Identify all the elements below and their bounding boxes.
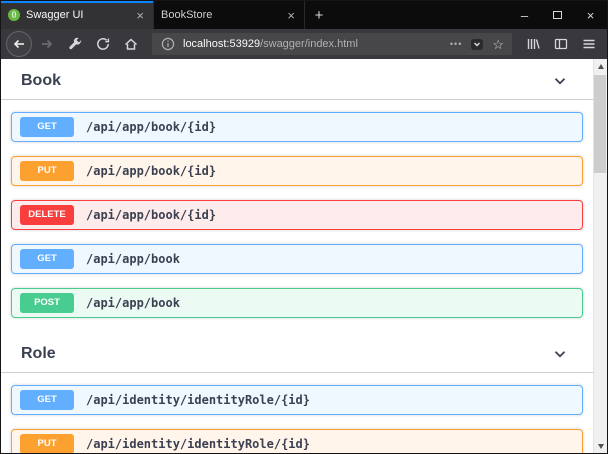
maximize-button[interactable] xyxy=(541,1,574,29)
method-badge: GET xyxy=(20,390,74,410)
scrollbar-thumb[interactable] xyxy=(594,75,606,173)
tab-title: BookStore xyxy=(161,9,279,21)
section-title: Book xyxy=(21,71,61,91)
minimize-button[interactable]: – xyxy=(508,1,541,29)
tab-swagger-ui[interactable]: {} Swagger UI × xyxy=(1,1,153,29)
url-path: /swagger/index.html xyxy=(260,38,358,50)
tab-close-icon[interactable]: × xyxy=(134,9,146,22)
operation-path: /api/app/book xyxy=(86,252,180,266)
back-button[interactable] xyxy=(6,31,32,57)
vertical-scrollbar[interactable] xyxy=(593,59,607,453)
operation-path: /api/app/book/{id} xyxy=(86,208,216,222)
hamburger-menu-icon xyxy=(581,36,597,52)
operation-row[interactable]: POST /api/app/book xyxy=(11,288,583,318)
wrench-icon xyxy=(67,36,83,52)
chevron-down-icon[interactable] xyxy=(551,345,569,363)
library-button[interactable] xyxy=(520,31,546,57)
operation-path: /api/identity/identityRole/{id} xyxy=(86,393,310,407)
menu-button[interactable] xyxy=(576,31,602,57)
url-domain: localhost:53929 xyxy=(183,38,260,50)
tab-title: Swagger UI xyxy=(26,9,128,21)
titlebar: {} Swagger UI × BookStore × + – × xyxy=(1,1,607,29)
new-tab-button[interactable]: + xyxy=(305,1,333,29)
method-badge: PUT xyxy=(20,434,74,453)
scroll-up-arrow-icon[interactable] xyxy=(594,59,607,73)
operation-path: /api/identity/identityRole/{id} xyxy=(86,437,310,451)
operation-row[interactable]: PUT /api/identity/identityRole/{id} xyxy=(11,429,583,453)
sidebar-icon xyxy=(553,36,569,52)
home-button[interactable] xyxy=(118,31,144,57)
method-badge: POST xyxy=(20,293,74,313)
section-header[interactable]: Book xyxy=(1,59,593,100)
forward-arrow-icon xyxy=(39,36,55,52)
bookmark-star-icon[interactable]: ☆ xyxy=(492,38,504,51)
tab-bookstore[interactable]: BookStore × xyxy=(153,1,305,29)
method-badge: DELETE xyxy=(20,205,74,225)
method-badge: PUT xyxy=(20,161,74,181)
swagger-page: Book GET /api/app/book/{id} PUT /api/app… xyxy=(1,59,593,453)
home-icon xyxy=(123,36,139,52)
operation-row[interactable]: GET /api/identity/identityRole/{id} xyxy=(11,385,583,415)
tools-button[interactable] xyxy=(62,31,88,57)
back-arrow-icon xyxy=(11,36,27,52)
operation-row[interactable]: GET /api/app/book/{id} xyxy=(11,112,583,142)
section-header[interactable]: Role xyxy=(1,332,593,373)
scroll-down-arrow-icon[interactable] xyxy=(594,439,607,453)
tab-close-icon[interactable]: × xyxy=(285,9,297,22)
section-title: Role xyxy=(21,344,56,364)
forward-button[interactable] xyxy=(34,31,60,57)
save-to-pocket-icon[interactable] xyxy=(469,36,485,52)
section-role: Role GET /api/identity/identityRole/{id}… xyxy=(1,332,593,453)
operation-path: /api/app/book/{id} xyxy=(86,120,216,134)
page-actions-icon[interactable]: ••• xyxy=(450,39,462,49)
operation-row[interactable]: GET /api/app/book xyxy=(11,244,583,274)
reload-icon xyxy=(95,36,111,52)
navigation-toolbar: localhost:53929/swagger/index.html ••• ☆ xyxy=(1,29,607,59)
operation-row[interactable]: DELETE /api/app/book/{id} xyxy=(11,200,583,230)
chevron-down-icon[interactable] xyxy=(551,72,569,90)
method-badge: GET xyxy=(20,117,74,137)
sidebar-button[interactable] xyxy=(548,31,574,57)
url-bar[interactable]: localhost:53929/swagger/index.html ••• ☆ xyxy=(152,33,512,55)
tab-strip: {} Swagger UI × BookStore × + xyxy=(1,1,333,29)
url-text[interactable]: localhost:53929/swagger/index.html xyxy=(183,38,443,50)
window-controls: – × xyxy=(508,1,607,29)
swagger-favicon-icon: {} xyxy=(8,9,20,21)
close-button[interactable]: × xyxy=(574,1,607,29)
browser-window: {} Swagger UI × BookStore × + – × xyxy=(0,0,608,454)
operation-path: /api/app/book xyxy=(86,296,180,310)
method-badge: GET xyxy=(20,249,74,269)
maximize-icon xyxy=(553,11,562,19)
library-icon xyxy=(525,36,541,52)
page-content: Book GET /api/app/book/{id} PUT /api/app… xyxy=(1,59,607,453)
operation-row[interactable]: PUT /api/app/book/{id} xyxy=(11,156,583,186)
section-book: Book GET /api/app/book/{id} PUT /api/app… xyxy=(1,59,593,318)
operation-path: /api/app/book/{id} xyxy=(86,164,216,178)
site-info-icon[interactable] xyxy=(160,36,176,52)
reload-button[interactable] xyxy=(90,31,116,57)
